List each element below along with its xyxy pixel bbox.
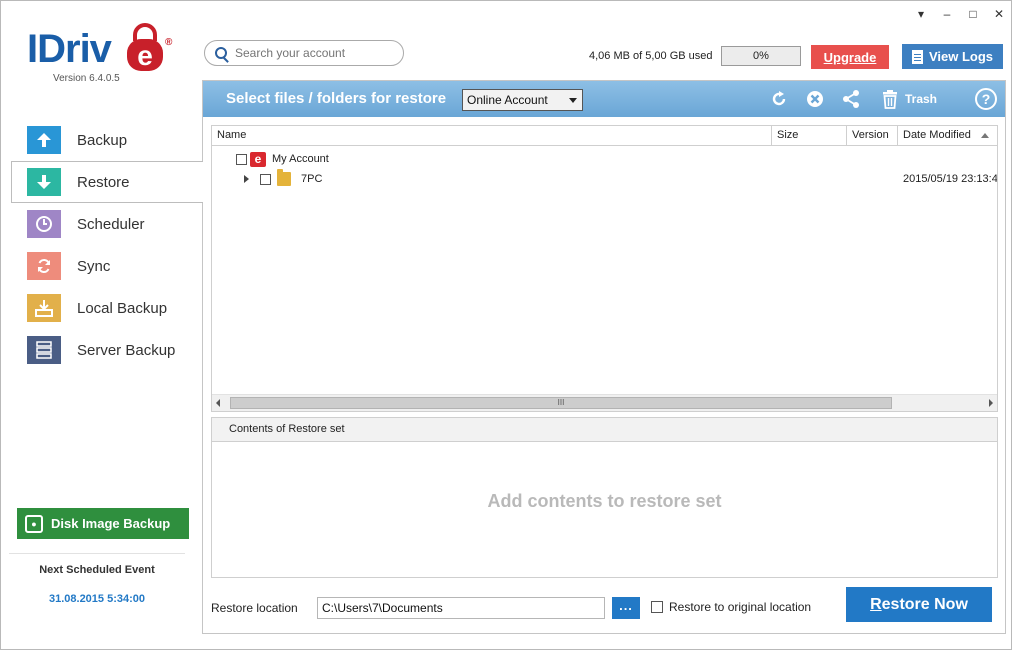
tree-row-my-account[interactable]: e My Account — [212, 149, 997, 169]
sidebar-item-local-backup[interactable]: Local Backup — [1, 287, 203, 329]
restore-toolbar: Select files / folders for restore Onlin… — [203, 81, 1005, 117]
restore-set-header: Contents of Restore set — [211, 417, 998, 442]
logo-wordmark: IDriv — [27, 27, 112, 71]
restore-set-area[interactable]: Add contents to restore set — [211, 442, 998, 578]
next-scheduled-event-title: Next Scheduled Event — [9, 553, 185, 576]
version-label: Version 6.4.0.5 — [53, 73, 120, 84]
up-arrow-icon — [27, 126, 61, 154]
file-tree: Name Size Version Date Modified e My Acc… — [211, 125, 998, 412]
storage-progress-bar: 0% — [721, 46, 801, 66]
view-logs-label: View Logs — [928, 49, 994, 64]
tree-item-date: 2015/05/19 23:13:40 — [903, 173, 997, 185]
search-icon — [215, 47, 227, 59]
sync-icon — [27, 252, 61, 280]
tree-item-label: 7PC — [301, 173, 323, 185]
sidebar-item-label: Sync — [77, 257, 111, 275]
sidebar-item-label: Local Backup — [77, 299, 168, 317]
cancel-icon[interactable] — [805, 89, 825, 109]
horizontal-scrollbar[interactable]: III — [212, 394, 997, 411]
restore-location-label: Restore location — [211, 601, 298, 615]
scroll-left-icon[interactable] — [216, 399, 220, 407]
storage-progress-label: 0% — [753, 50, 769, 62]
idrive-account-icon: e — [250, 151, 266, 167]
account-select-value: Online Account — [467, 93, 548, 107]
browse-button[interactable]: ... — [612, 597, 640, 619]
trash-label: Trash — [905, 92, 938, 106]
column-date-modified[interactable]: Date Modified — [898, 126, 997, 145]
column-version[interactable]: Version — [847, 126, 898, 145]
server-icon — [27, 336, 61, 364]
my-account-checkbox[interactable] — [236, 153, 247, 165]
restore-original-checkbox[interactable] — [651, 601, 663, 613]
trash-icon — [883, 90, 897, 109]
scrollbar-thumb[interactable]: III — [230, 397, 892, 409]
restore-panel: Select files / folders for restore Onlin… — [202, 80, 1006, 634]
sidebar: Backup Restore Scheduler Sync Local Back… — [1, 119, 203, 371]
disk-image-backup-label: Disk Image Backup — [51, 516, 171, 531]
restore-location-input[interactable] — [317, 597, 605, 619]
down-arrow-icon — [27, 168, 61, 196]
sidebar-item-label: Server Backup — [77, 341, 176, 359]
clock-icon — [27, 210, 61, 238]
close-icon[interactable]: ✕ — [993, 7, 1005, 21]
column-date-label: Date Modified — [903, 129, 971, 141]
search-input[interactable] — [235, 46, 385, 60]
sidebar-item-label: Restore — [77, 173, 130, 191]
column-name[interactable]: Name — [212, 126, 772, 145]
refresh-icon[interactable] — [769, 89, 789, 109]
idrive-window: ▾ – □ ✕ IDriv e ® Version 6.4.0.5 Backup… — [0, 0, 1012, 650]
window-menu-icon[interactable]: ▾ — [915, 7, 927, 21]
sidebar-item-label: Scheduler — [77, 215, 145, 233]
sort-ascending-icon — [981, 133, 989, 138]
tree-row-7pc[interactable]: 7PC 2015/05/19 23:13:40 — [212, 169, 997, 189]
logs-document-icon — [911, 49, 923, 64]
scroll-right-icon[interactable] — [989, 399, 993, 407]
restore-now-button[interactable]: Restore Now — [846, 587, 992, 622]
column-size[interactable]: Size — [772, 126, 847, 145]
view-logs-button[interactable]: View Logs — [902, 44, 1003, 69]
disk-image-backup-button[interactable]: ● Disk Image Backup — [17, 508, 189, 539]
account-select[interactable]: Online Account — [462, 89, 583, 111]
restore-set-placeholder: Add contents to restore set — [487, 491, 722, 511]
tree-item-label: My Account — [272, 153, 329, 165]
restore-original-label: Restore to original location — [669, 600, 812, 614]
7pc-checkbox[interactable] — [260, 173, 271, 185]
registered-mark: ® — [165, 37, 173, 48]
file-tree-header: Name Size Version Date Modified — [212, 126, 997, 146]
storage-usage-text: 4,06 MB of 5,00 GB used — [589, 50, 713, 62]
restore-now-label: estore Now — [881, 595, 968, 613]
chevron-down-icon — [569, 98, 577, 103]
sidebar-item-backup[interactable]: Backup — [1, 119, 203, 161]
expand-arrow-icon[interactable] — [244, 175, 249, 183]
restore-now-accesskey: R — [870, 595, 882, 613]
sidebar-item-server-backup[interactable]: Server Backup — [1, 329, 203, 371]
share-icon[interactable] — [841, 89, 861, 109]
idrive-logo: IDriv e ® Version 6.4.0.5 — [27, 23, 187, 85]
window-controls: ▾ – □ ✕ — [915, 7, 1005, 21]
upgrade-button[interactable]: Upgrade — [811, 45, 889, 69]
trash-button[interactable]: Trash — [881, 89, 937, 109]
disk-image-icon: ● — [25, 514, 43, 533]
restore-toolbar-title: Select files / folders for restore — [226, 90, 447, 107]
sidebar-item-sync[interactable]: Sync — [1, 245, 203, 287]
next-scheduled-event-time: 31.08.2015 5:34:00 — [48, 593, 146, 605]
minimize-icon[interactable]: – — [941, 7, 953, 21]
logo-letter: e — [137, 40, 153, 71]
logo-lock-e-icon: e — [127, 23, 163, 71]
help-icon[interactable]: ? — [975, 88, 997, 110]
search-box[interactable] — [204, 40, 404, 66]
restore-original-option[interactable]: Restore to original location — [651, 600, 811, 614]
folder-icon — [277, 169, 291, 186]
maximize-icon[interactable]: □ — [967, 7, 979, 21]
sidebar-item-label: Backup — [77, 131, 128, 149]
sidebar-item-restore[interactable]: Restore — [11, 161, 203, 203]
sidebar-item-scheduler[interactable]: Scheduler — [1, 203, 203, 245]
local-drive-icon — [27, 294, 61, 322]
